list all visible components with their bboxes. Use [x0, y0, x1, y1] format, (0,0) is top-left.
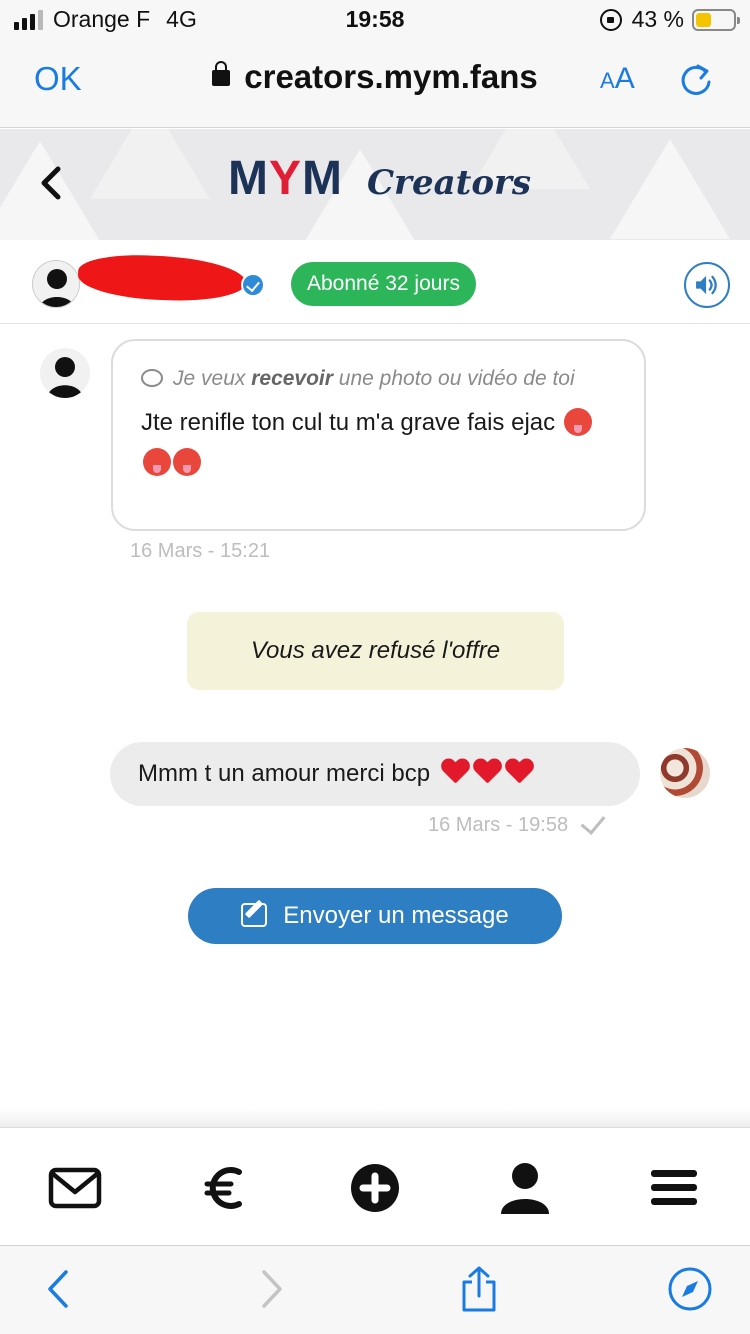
incoming-message-bubble[interactable]: Je veux recevoir une photo ou vidéo de t… [111, 339, 646, 531]
browser-toolbar [0, 1245, 750, 1334]
mym-creators-logo[interactable]: MYM Creators [228, 151, 531, 206]
battery-icon [692, 8, 740, 31]
chat-bubble-icon [141, 369, 163, 387]
request-prefix: Je veux [173, 367, 252, 390]
battery-percent: 43 % [631, 6, 684, 32]
secure-lock-icon [212, 61, 231, 86]
hot-face-emoji-icon [143, 448, 171, 476]
browser-address-bar: OK creators.mym.fans AA [0, 40, 750, 128]
hot-face-emoji-icon [563, 408, 592, 436]
sound-toggle-icon[interactable] [684, 262, 730, 308]
logo-mym: MYM [228, 152, 343, 205]
nav-shadow [0, 1108, 750, 1128]
compass-icon[interactable] [667, 1266, 713, 1312]
sender-avatar[interactable] [40, 348, 90, 398]
text-size-small-label: A [600, 68, 615, 93]
incoming-message-text: Jte renifle ton cul tu m'a grave fais ej… [141, 409, 556, 436]
conversation-header: Abonné 32 jours [0, 240, 750, 324]
incoming-message-text-wrap: Jte renifle ton cul tu m'a grave fais ej… [141, 403, 616, 483]
text-size-button[interactable]: AA [600, 62, 635, 96]
status-bar: Orange F 4G 19:58 43 % [0, 0, 750, 40]
reload-icon[interactable] [676, 60, 716, 100]
red-heart-emoji-icon [473, 759, 501, 785]
outgoing-timestamp: 16 Mars - 19:58 [428, 814, 569, 836]
redacted-username [77, 253, 247, 303]
edit-icon [241, 903, 268, 927]
request-bold: recevoir [251, 367, 333, 390]
incoming-timestamp: 16 Mars - 15:21 [130, 540, 271, 562]
red-heart-emoji-icon [505, 759, 533, 785]
orientation-lock-icon [599, 8, 622, 31]
outgoing-message-text: Mmm t un amour merci bcp [138, 760, 431, 787]
logo-creators-text: Creators [366, 163, 532, 203]
status-right: 43 % [599, 6, 740, 33]
outgoing-timestamp-row: 16 Mars - 19:58 [428, 808, 606, 837]
subscription-badge: Abonné 32 jours [291, 262, 476, 306]
app-bottom-nav [0, 1127, 750, 1245]
contact-avatar[interactable] [32, 260, 80, 308]
verified-badge-icon [241, 273, 265, 297]
red-heart-emoji-icon [441, 759, 469, 785]
mail-icon[interactable] [47, 1162, 103, 1214]
creator-avatar[interactable] [660, 748, 710, 798]
user-icon[interactable] [497, 1162, 553, 1214]
back-chevron-icon[interactable] [36, 163, 66, 203]
hot-face-emoji-icon [173, 448, 201, 476]
sent-check-icon [580, 808, 606, 835]
app-header: MYM Creators [0, 129, 750, 240]
send-message-button[interactable]: Envoyer un message [188, 888, 562, 944]
person-silhouette-icon [47, 357, 83, 398]
person-silhouette-icon [39, 269, 75, 307]
back-arrow-icon[interactable] [36, 1266, 82, 1312]
url-text: creators.mym.fans [244, 58, 538, 95]
plus-circle-icon[interactable] [347, 1162, 403, 1214]
media-request-line: Je veux recevoir une photo ou vidéo de t… [141, 359, 616, 399]
share-icon[interactable] [456, 1266, 502, 1312]
request-suffix: une photo ou vidéo de toi [332, 367, 575, 390]
url-field[interactable]: creators.mym.fans [0, 58, 750, 96]
forward-arrow-icon[interactable] [248, 1266, 294, 1312]
euro-icon[interactable] [197, 1162, 253, 1214]
text-size-large-label: A [614, 62, 635, 95]
outgoing-message-bubble[interactable]: Mmm t un amour merci bcp [110, 742, 640, 806]
send-message-label: Envoyer un message [283, 902, 509, 929]
offer-refused-notice: Vous avez refusé l'offre [187, 612, 564, 690]
menu-icon[interactable] [647, 1162, 703, 1214]
